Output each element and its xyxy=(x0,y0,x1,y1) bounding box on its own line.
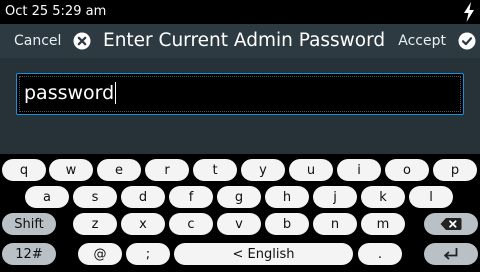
backspace-icon xyxy=(440,217,462,231)
key-t[interactable]: t xyxy=(193,159,237,181)
accept-label: Accept xyxy=(398,33,446,49)
cancel-button[interactable]: Cancel xyxy=(14,24,91,58)
dialog-content: password xyxy=(0,58,480,154)
key-r[interactable]: r xyxy=(145,159,189,181)
key-at[interactable]: @ xyxy=(78,243,122,265)
key-p[interactable]: p xyxy=(433,159,477,181)
text-caret xyxy=(115,82,117,104)
key-w[interactable]: w xyxy=(49,159,93,181)
key-semicolon[interactable]: ; xyxy=(126,243,170,265)
close-circle-icon xyxy=(73,32,91,50)
key-h[interactable]: h xyxy=(265,186,309,208)
key-j[interactable]: j xyxy=(313,186,357,208)
dialog-header: Cancel Enter Current Admin Password Acce… xyxy=(0,24,480,58)
key-f[interactable]: f xyxy=(169,186,213,208)
key-q[interactable]: q xyxy=(2,159,46,181)
key-i[interactable]: i xyxy=(337,159,381,181)
symbols-key[interactable]: 12# xyxy=(2,243,56,265)
check-circle-icon xyxy=(458,32,476,50)
key-period[interactable]: . xyxy=(358,243,402,265)
key-s[interactable]: s xyxy=(73,186,117,208)
key-b[interactable]: b xyxy=(265,213,309,235)
key-o[interactable]: o xyxy=(385,159,429,181)
key-v[interactable]: v xyxy=(217,213,261,235)
status-datetime: Oct 25 5:29 am xyxy=(5,4,107,19)
accept-button[interactable]: Accept xyxy=(398,24,476,58)
bolt-icon xyxy=(463,2,475,22)
key-m[interactable]: m xyxy=(361,213,405,235)
password-input[interactable]: password xyxy=(16,73,464,115)
on-screen-keyboard: q w e r t y u i o p a s d f g h j k l Sh… xyxy=(0,154,480,272)
key-u[interactable]: u xyxy=(289,159,333,181)
key-x[interactable]: x xyxy=(121,213,165,235)
enter-key[interactable] xyxy=(424,243,478,265)
status-bar: Oct 25 5:29 am xyxy=(0,0,480,24)
password-value: password xyxy=(24,82,115,104)
backspace-key[interactable] xyxy=(424,213,478,235)
key-g[interactable]: g xyxy=(217,186,261,208)
key-c[interactable]: c xyxy=(169,213,213,235)
key-n[interactable]: n xyxy=(313,213,357,235)
space-language-key[interactable]: < English xyxy=(174,243,353,265)
cancel-label: Cancel xyxy=(14,33,62,49)
key-k[interactable]: k xyxy=(361,186,405,208)
key-l[interactable]: l xyxy=(409,186,453,208)
key-a[interactable]: a xyxy=(25,186,69,208)
dialog-title: Enter Current Admin Password xyxy=(103,30,386,51)
key-e[interactable]: e xyxy=(97,159,141,181)
shift-key[interactable]: Shift xyxy=(2,213,56,235)
enter-icon xyxy=(443,247,459,261)
key-d[interactable]: d xyxy=(121,186,165,208)
key-z[interactable]: z xyxy=(73,213,117,235)
key-y[interactable]: y xyxy=(241,159,285,181)
